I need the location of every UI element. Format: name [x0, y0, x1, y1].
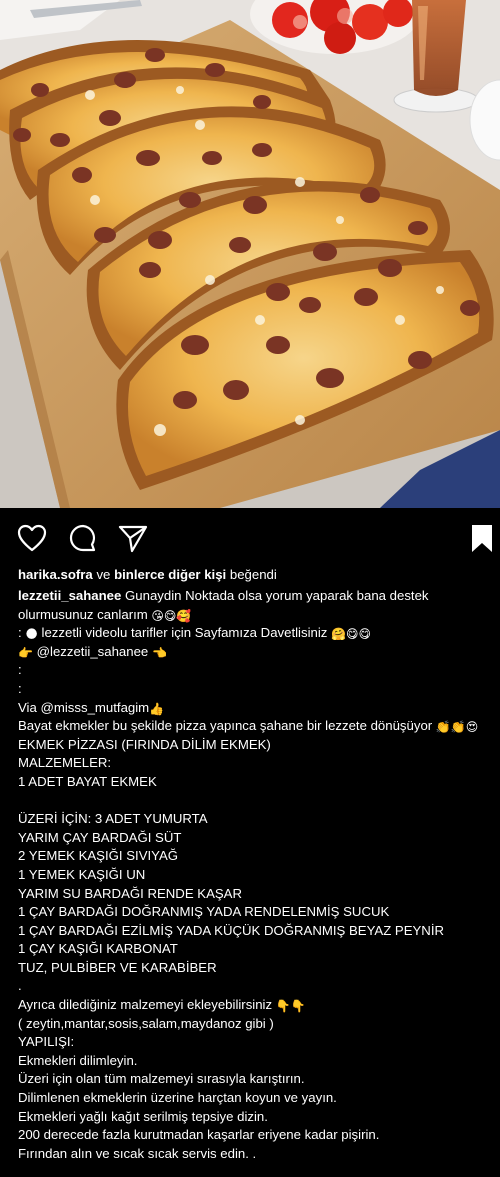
paper-plane-icon[interactable] [117, 522, 149, 554]
caption-text: 1 YEMEK KAŞIĞI UN [18, 866, 146, 882]
caption-text: Ayrıca dilediğiniz malzemeyi ekleyebilir… [18, 997, 273, 1013]
caption-text: TUZ, PULBİBER VE KARABİBER [18, 959, 217, 975]
caption-text [18, 792, 490, 811]
caption-text: 1 ÇAY BARDAĞI EZİLMİŞ YADA KÜÇÜK DOĞRANM… [18, 922, 445, 938]
post-action-bar [0, 514, 500, 560]
emoji: 👏👏😍 [435, 720, 479, 735]
comment-bubble-icon[interactable] [67, 522, 99, 554]
pointing-left-emoji: 👈 [151, 645, 167, 660]
caption-text: YAPILIŞI: [18, 1034, 75, 1050]
caption-text: Bayat ekmekler bu şekilde pizza yapınca … [18, 718, 433, 734]
emoji: 🤗😋😋 [331, 627, 372, 642]
caption-text: 200 derecede fazla kurutmadan kaşarlar e… [18, 1127, 380, 1143]
caption-text: lezzetli videolu tarifler için Sayfamıza… [41, 625, 328, 641]
likes-summary[interactable]: harika.sofra ve binlerce diğer kişi beğe… [18, 566, 277, 584]
thumbs-up-emoji: 👍 [149, 701, 165, 716]
caption-text: Üzeri için olan tüm malzemeyi sırasıyla … [18, 1071, 305, 1087]
caption-text: EKMEK PİZZASI (FIRINDA DİLİM EKMEK) [18, 736, 271, 752]
caption-text: Ekmekleri yağlı kağıt serilmiş tepsiye d… [18, 1108, 268, 1124]
likes-others[interactable]: binlerce diğer kişi [114, 567, 226, 582]
caption-text: Ekmekleri dilimleyin. [18, 1052, 138, 1068]
emoji: 😘😋🥰 [151, 608, 192, 623]
caption-text: YARIM ÇAY BARDAĞI SÜT [18, 829, 182, 845]
caption-text: 2 YEMEK KAŞIĞI SIVIYAĞ [18, 848, 179, 864]
caption-text: . [18, 978, 22, 994]
emoji: 🌑 [25, 627, 38, 642]
pointing-right-emoji: 👉 [18, 645, 33, 660]
heart-icon[interactable] [16, 522, 48, 554]
mention-link[interactable]: @lezzetii_sahanee [37, 644, 149, 659]
caption-text: 1 ADET BAYAT EKMEK [18, 773, 157, 789]
caption-text: : [18, 680, 22, 696]
caption-text: Gunaydin Noktada olsa yorum yaparak bana… [125, 588, 429, 603]
liker-username[interactable]: harika.sofra [18, 567, 93, 582]
mention-link[interactable]: @misss_mutfagim [41, 700, 150, 715]
caption-text: : [18, 662, 22, 678]
caption-text: Via [18, 699, 37, 715]
caption-text: : [18, 625, 22, 641]
caption-text: ( zeytin,mantar,sosis,salam,maydanoz gib… [18, 1015, 274, 1031]
caption-text: Dilimlenen ekmeklerin üzerine harçtan ko… [18, 1090, 337, 1106]
caption-text: 1 ÇAY BARDAĞI DOĞRANMIŞ YADA RENDELENMİŞ… [18, 904, 390, 920]
caption-text: olurmusunuz canlarım [18, 606, 148, 622]
post-photo[interactable] [0, 0, 500, 508]
caption-text: ÜZERİ İÇİN: 3 ADET YUMURTA [18, 811, 208, 827]
bookmark-icon[interactable] [466, 522, 498, 554]
likes-suffix: beğendi [229, 567, 277, 582]
post-caption: lezzetii_sahanee Gunaydin Noktada olsa y… [18, 587, 490, 1163]
food-photo-illustration [0, 0, 500, 508]
caption-username[interactable]: lezzetii_sahanee [18, 588, 121, 603]
caption-text: YARIM SU BARDAĞI RENDE KAŞAR [18, 885, 242, 901]
caption-text: MALZEMELER: [18, 755, 112, 771]
pointing-down-emoji: 👇👇 [275, 999, 306, 1014]
likes-joiner: ve [96, 567, 111, 582]
caption-text: 1 ÇAY KAŞIĞI KARBONAT [18, 941, 178, 957]
caption-text: Fırından alın ve sıcak sıcak servis edin… [18, 1145, 257, 1161]
